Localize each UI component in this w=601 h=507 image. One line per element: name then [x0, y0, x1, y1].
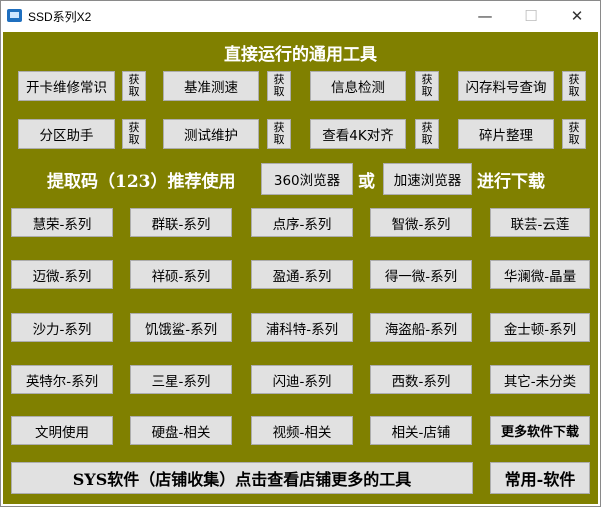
tool-button-flash-lookup[interactable]: 闪存料号查询 — [458, 71, 554, 101]
or-text: 或 — [358, 172, 375, 192]
series-button[interactable]: 祥硕-系列 — [130, 260, 232, 289]
series-button[interactable]: 慧荣-系列 — [11, 208, 113, 237]
more-software-button[interactable]: 更多软件下载 — [490, 416, 590, 445]
tool-button-defrag[interactable]: 碎片整理 — [458, 119, 554, 149]
series-button[interactable]: 视频-相关 — [251, 416, 353, 445]
series-button[interactable]: 迈微-系列 — [11, 260, 113, 289]
main-panel: 直接运行的通用工具 开卡维修常识 获取 基准测速 获取 信息检测 获取 闪存料号… — [3, 32, 598, 504]
browser-360-button[interactable]: 360浏览器 — [261, 163, 353, 195]
series-button[interactable]: 饥饿鲨-系列 — [130, 313, 232, 342]
series-button[interactable]: 三星-系列 — [130, 365, 232, 394]
series-button[interactable]: 英特尔-系列 — [11, 365, 113, 394]
browser-accel-button[interactable]: 加速浏览器 — [383, 163, 472, 195]
get-button-test-maintain[interactable]: 获取 — [267, 119, 291, 149]
get-button-repair-knowledge[interactable]: 获取 — [122, 71, 146, 101]
get-button-defrag[interactable]: 获取 — [562, 119, 586, 149]
series-button[interactable]: 海盗船-系列 — [370, 313, 472, 342]
common-software-button[interactable]: 常用-软件 — [490, 462, 590, 494]
get-button-info-check[interactable]: 获取 — [415, 71, 439, 101]
series-button[interactable]: 文明使用 — [11, 416, 113, 445]
series-button[interactable]: 智微-系列 — [370, 208, 472, 237]
series-button[interactable]: 群联-系列 — [130, 208, 232, 237]
minimize-button[interactable]: — — [462, 1, 508, 31]
get-button-flash-lookup[interactable]: 获取 — [562, 71, 586, 101]
get-button-benchmark[interactable]: 获取 — [267, 71, 291, 101]
app-window: SSD系列X2 — ☐ ✕ 直接运行的通用工具 开卡维修常识 获取 基准测速 获… — [0, 0, 601, 507]
get-button-4k-align[interactable]: 获取 — [415, 119, 439, 149]
tool-button-info-check[interactable]: 信息检测 — [310, 71, 406, 101]
series-button[interactable]: 硬盘-相关 — [130, 416, 232, 445]
series-button[interactable]: 闪迪-系列 — [251, 365, 353, 394]
tool-button-partition[interactable]: 分区助手 — [18, 119, 115, 149]
series-button[interactable]: 浦科特-系列 — [251, 313, 353, 342]
series-button[interactable]: 其它-未分类 — [490, 365, 590, 394]
title-bar: SSD系列X2 — ☐ ✕ — [1, 1, 600, 31]
series-button[interactable]: 沙力-系列 — [11, 313, 113, 342]
series-button[interactable]: 联芸-云莲 — [490, 208, 590, 237]
tool-button-4k-align[interactable]: 查看4K对齐 — [310, 119, 406, 149]
tool-button-repair-knowledge[interactable]: 开卡维修常识 — [18, 71, 115, 101]
extract-code-text: 提取码（123）推荐使用 — [47, 172, 236, 192]
app-icon — [7, 9, 22, 22]
window-title: SSD系列X2 — [28, 10, 92, 24]
download-text: 进行下载 — [477, 172, 545, 192]
tool-button-benchmark[interactable]: 基准测速 — [163, 71, 259, 101]
page-title: 直接运行的通用工具 — [224, 45, 377, 65]
series-button[interactable]: 盈通-系列 — [251, 260, 353, 289]
series-button[interactable]: 金士顿-系列 — [490, 313, 590, 342]
maximize-button[interactable]: ☐ — [508, 1, 554, 31]
series-button[interactable]: 华澜微-晶量 — [490, 260, 590, 289]
series-button[interactable]: 西数-系列 — [370, 365, 472, 394]
sys-software-button[interactable]: SYS软件（店铺收集）点击查看店铺更多的工具 — [11, 462, 473, 494]
series-button[interactable]: 相关-店铺 — [370, 416, 472, 445]
series-button[interactable]: 得一微-系列 — [370, 260, 472, 289]
close-button[interactable]: ✕ — [554, 1, 600, 31]
tool-button-test-maintain[interactable]: 测试维护 — [163, 119, 259, 149]
series-button[interactable]: 点序-系列 — [251, 208, 353, 237]
get-button-partition[interactable]: 获取 — [122, 119, 146, 149]
